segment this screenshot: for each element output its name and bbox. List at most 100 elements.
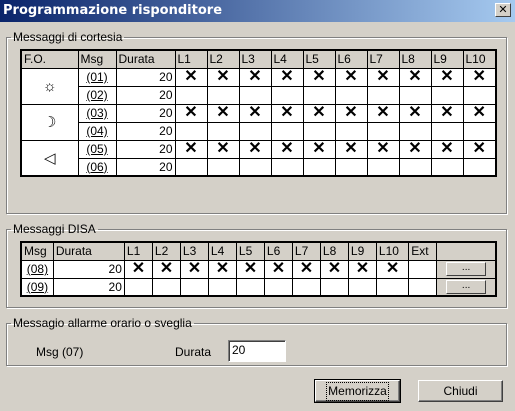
line-toggle-cell[interactable] xyxy=(206,157,240,177)
line-toggle-cell[interactable] xyxy=(366,85,400,105)
durata-cell[interactable]: 20 xyxy=(52,259,125,279)
line-toggle-cell[interactable]: ✕ xyxy=(302,103,336,123)
line-toggle-cell[interactable] xyxy=(270,157,304,177)
line-toggle-cell[interactable] xyxy=(270,85,304,105)
line-toggle-cell[interactable] xyxy=(375,277,410,297)
durata-cell[interactable]: 20 xyxy=(115,85,176,105)
line-toggle-cell[interactable] xyxy=(366,121,400,141)
line-toggle-cell[interactable]: ✕ xyxy=(263,259,293,279)
line-toggle-cell[interactable] xyxy=(291,277,321,297)
line-toggle-cell[interactable] xyxy=(430,121,464,141)
line-toggle-cell[interactable]: ✕ xyxy=(334,139,368,159)
line-toggle-cell[interactable] xyxy=(334,121,368,141)
line-toggle-cell[interactable]: ✕ xyxy=(462,103,497,123)
msg-link[interactable]: (08) xyxy=(20,259,54,279)
line-toggle-cell[interactable] xyxy=(238,85,272,105)
line-toggle-cell[interactable] xyxy=(430,157,464,177)
msg-link[interactable]: (04) xyxy=(77,121,117,141)
ext-cell[interactable] xyxy=(408,277,438,297)
durata-cell[interactable]: 20 xyxy=(115,157,176,177)
line-toggle-cell[interactable]: ✕ xyxy=(151,259,181,279)
line-toggle-cell[interactable] xyxy=(462,85,497,105)
line-toggle-cell[interactable] xyxy=(462,121,497,141)
line-toggle-cell[interactable]: ✕ xyxy=(302,67,336,87)
durata-cell[interactable]: 20 xyxy=(115,121,176,141)
line-toggle-cell[interactable] xyxy=(174,157,208,177)
line-toggle-cell[interactable]: ✕ xyxy=(291,259,321,279)
line-toggle-cell[interactable] xyxy=(334,85,368,105)
msg-link[interactable]: (09) xyxy=(20,277,54,297)
line-toggle-cell[interactable]: ✕ xyxy=(235,259,265,279)
line-toggle-cell[interactable]: ✕ xyxy=(238,67,272,87)
line-toggle-cell[interactable]: ✕ xyxy=(174,67,208,87)
line-toggle-cell[interactable]: ✕ xyxy=(206,139,240,159)
line-toggle-cell[interactable] xyxy=(174,85,208,105)
line-toggle-cell[interactable]: ✕ xyxy=(206,103,240,123)
line-toggle-cell[interactable] xyxy=(207,277,237,297)
line-toggle-cell[interactable]: ✕ xyxy=(430,139,464,159)
line-toggle-cell[interactable]: ✕ xyxy=(462,67,497,87)
line-toggle-cell[interactable] xyxy=(302,121,336,141)
browse-button[interactable]: ... xyxy=(446,279,487,294)
line-toggle-cell[interactable] xyxy=(235,277,265,297)
ext-cell[interactable] xyxy=(408,259,438,279)
durata-cell[interactable]: 20 xyxy=(115,103,176,123)
line-toggle-cell[interactable]: ✕ xyxy=(270,67,304,87)
line-toggle-cell[interactable]: ✕ xyxy=(430,67,464,87)
line-toggle-cell[interactable]: ✕ xyxy=(375,259,410,279)
line-toggle-cell[interactable] xyxy=(123,277,153,297)
line-toggle-cell[interactable] xyxy=(302,157,336,177)
line-toggle-cell[interactable] xyxy=(174,121,208,141)
line-toggle-cell[interactable]: ✕ xyxy=(366,139,400,159)
line-toggle-cell[interactable] xyxy=(263,277,293,297)
line-toggle-cell[interactable]: ✕ xyxy=(319,259,349,279)
line-toggle-cell[interactable]: ✕ xyxy=(366,103,400,123)
line-toggle-cell[interactable]: ✕ xyxy=(179,259,209,279)
close-icon[interactable]: ✕ xyxy=(495,3,511,17)
durata-cell[interactable]: 20 xyxy=(115,67,176,87)
browse-button[interactable]: ... xyxy=(446,262,487,276)
msg-link[interactable]: (02) xyxy=(77,85,117,105)
line-toggle-cell[interactable] xyxy=(334,157,368,177)
save-button[interactable]: Memorizza xyxy=(314,379,401,403)
line-toggle-cell[interactable]: ✕ xyxy=(207,259,237,279)
line-toggle-cell[interactable]: ✕ xyxy=(238,139,272,159)
msg-link[interactable]: (01) xyxy=(77,67,117,87)
line-toggle-cell[interactable]: ✕ xyxy=(334,103,368,123)
line-toggle-cell[interactable]: ✕ xyxy=(174,139,208,159)
line-toggle-cell[interactable] xyxy=(238,121,272,141)
line-toggle-cell[interactable]: ✕ xyxy=(123,259,153,279)
line-toggle-cell[interactable] xyxy=(206,121,240,141)
line-toggle-cell[interactable]: ✕ xyxy=(430,103,464,123)
line-toggle-cell[interactable]: ✕ xyxy=(398,103,432,123)
line-toggle-cell[interactable]: ✕ xyxy=(174,103,208,123)
line-toggle-cell[interactable]: ✕ xyxy=(334,67,368,87)
line-toggle-cell[interactable] xyxy=(151,277,181,297)
durata-cell[interactable]: 20 xyxy=(115,139,176,159)
line-toggle-cell[interactable] xyxy=(347,277,377,297)
line-toggle-cell[interactable] xyxy=(319,277,349,297)
msg-link[interactable]: (05) xyxy=(77,139,117,159)
msg-link[interactable]: (03) xyxy=(77,103,117,123)
line-toggle-cell[interactable] xyxy=(270,121,304,141)
line-toggle-cell[interactable] xyxy=(430,85,464,105)
line-toggle-cell[interactable]: ✕ xyxy=(462,139,497,159)
line-toggle-cell[interactable]: ✕ xyxy=(398,139,432,159)
line-toggle-cell[interactable]: ✕ xyxy=(302,139,336,159)
allarme-durata-input[interactable]: 20 xyxy=(228,340,286,362)
line-toggle-cell[interactable]: ✕ xyxy=(270,103,304,123)
close-button[interactable]: Chiudi xyxy=(418,380,503,402)
line-toggle-cell[interactable] xyxy=(398,85,432,105)
line-toggle-cell[interactable]: ✕ xyxy=(206,67,240,87)
line-toggle-cell[interactable]: ✕ xyxy=(347,259,377,279)
msg-link[interactable]: (06) xyxy=(77,157,117,177)
line-toggle-cell[interactable] xyxy=(398,157,432,177)
line-toggle-cell[interactable] xyxy=(462,157,497,177)
line-toggle-cell[interactable]: ✕ xyxy=(398,67,432,87)
line-toggle-cell[interactable] xyxy=(366,157,400,177)
line-toggle-cell[interactable] xyxy=(398,121,432,141)
line-toggle-cell[interactable] xyxy=(179,277,209,297)
line-toggle-cell[interactable]: ✕ xyxy=(366,67,400,87)
line-toggle-cell[interactable] xyxy=(238,157,272,177)
line-toggle-cell[interactable]: ✕ xyxy=(270,139,304,159)
